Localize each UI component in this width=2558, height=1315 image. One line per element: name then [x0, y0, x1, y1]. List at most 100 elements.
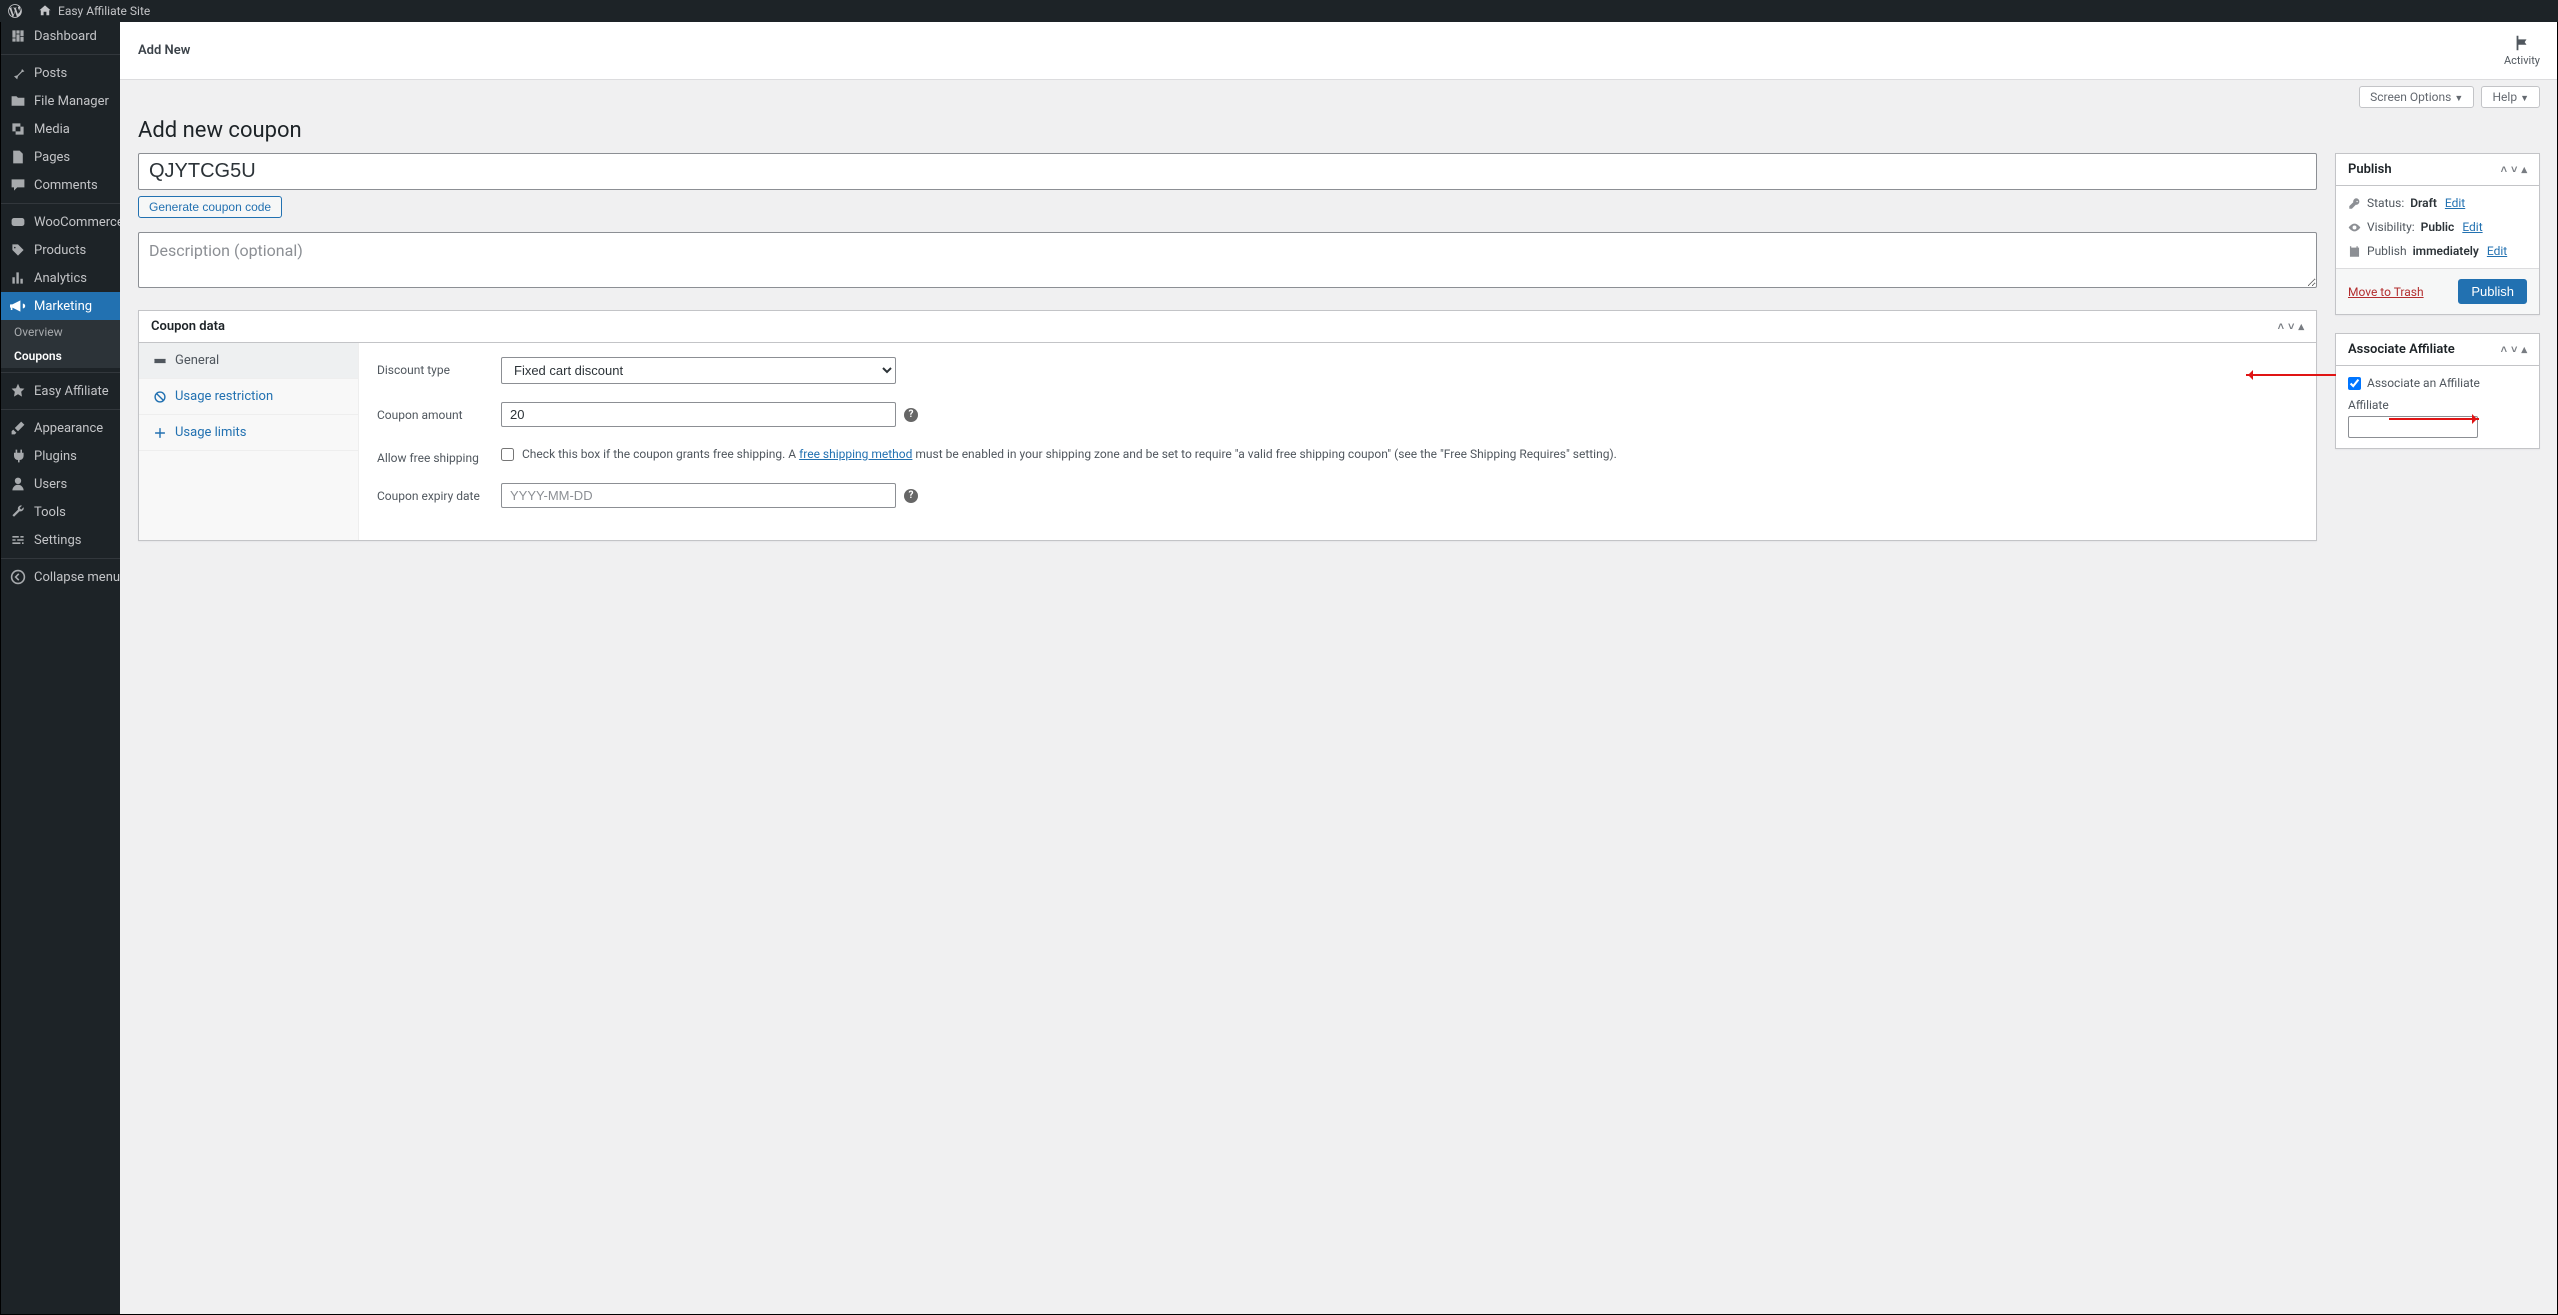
menu-tools[interactable]: Tools [0, 498, 120, 526]
annotation-arrow [2389, 418, 2479, 420]
panel-move-up[interactable]: ˄ [2501, 343, 2507, 356]
products-icon [10, 242, 26, 258]
edit-schedule-link[interactable]: Edit [2487, 244, 2507, 258]
menu-plugins[interactable]: Plugins [0, 442, 120, 470]
panel-move-down[interactable]: ˅ [2511, 343, 2517, 356]
menu-label: WooCommerce [34, 215, 120, 230]
panel-move-up[interactable]: ˄ [2501, 163, 2507, 176]
menu-label: Dashboard [34, 29, 97, 44]
menu-file-manager[interactable]: File Manager [0, 87, 120, 115]
menu-settings[interactable]: Settings [0, 526, 120, 554]
menu-label: File Manager [34, 94, 109, 109]
associate-affiliate-panel: Associate Affiliate ˄ ˅ ▴ Associate an A… [2335, 333, 2540, 449]
menu-label: Marketing [34, 299, 92, 314]
wordpress-icon [8, 4, 22, 18]
menu-label: Analytics [34, 271, 87, 286]
associate-affiliate-checkbox[interactable] [2348, 377, 2361, 390]
panel-toggle[interactable]: ▴ [2521, 163, 2527, 176]
page-subheader: Add New Activity [120, 22, 2558, 80]
media-icon [10, 121, 26, 137]
menu-media[interactable]: Media [0, 115, 120, 143]
site-name: Easy Affiliate Site [58, 4, 150, 18]
move-to-trash-link[interactable]: Move to Trash [2348, 285, 2424, 299]
help-toggle[interactable]: Help▼ [2481, 86, 2540, 108]
star-icon [10, 383, 26, 399]
discount-type-select[interactable]: Fixed cart discount [501, 357, 896, 384]
panel-toggle[interactable]: ▴ [2521, 343, 2527, 356]
coupon-amount-input[interactable] [501, 402, 896, 427]
activity-button[interactable]: Activity [2504, 34, 2540, 67]
panel-toggle[interactable]: ▴ [2298, 320, 2304, 333]
wrench-icon [10, 504, 26, 520]
subheader-title: Add New [138, 43, 190, 58]
menu-label: Posts [34, 66, 67, 81]
expiry-date-input[interactable] [501, 483, 896, 508]
publish-visibility-line: Visibility: Public Edit [2348, 220, 2527, 234]
submenu-coupons[interactable]: Coupons [0, 344, 120, 368]
menu-comments[interactable]: Comments [0, 171, 120, 199]
affiliate-panel-title: Associate Affiliate [2348, 342, 2455, 357]
flag-icon [2513, 34, 2531, 52]
menu-label: Collapse menu [34, 570, 120, 585]
eye-icon [2348, 221, 2361, 234]
page-title: Add new coupon [138, 118, 2540, 143]
menu-dashboard[interactable]: Dashboard [0, 22, 120, 50]
annotation-arrow [2246, 374, 2336, 376]
edit-status-link[interactable]: Edit [2445, 196, 2465, 210]
tab-usage-limits[interactable]: Usage limits [139, 415, 358, 451]
panel-move-down[interactable]: ˅ [2511, 163, 2517, 176]
publish-title: Publish [2348, 162, 2392, 177]
coupon-code-input[interactable] [138, 153, 2317, 190]
menu-label: Pages [34, 150, 70, 165]
tab-usage-restriction[interactable]: Usage restriction [139, 379, 358, 415]
coupon-description-input[interactable] [138, 232, 2317, 288]
publish-status-line: Status: Draft Edit [2348, 196, 2527, 210]
menu-label: Comments [34, 178, 98, 193]
affiliate-field-label: Affiliate [2348, 398, 2527, 412]
submenu-overview[interactable]: Overview [0, 320, 120, 344]
main-column: Generate coupon code Coupon data ˄ ˅ ▴ [138, 153, 2317, 541]
home-icon [38, 4, 52, 18]
menu-easy-affiliate[interactable]: Easy Affiliate [0, 377, 120, 405]
panel-move-down[interactable]: ˅ [2288, 320, 2294, 333]
menu-label: Plugins [34, 449, 77, 464]
menu-pages[interactable]: Pages [0, 143, 120, 171]
help-icon[interactable]: ? [904, 489, 918, 503]
menu-posts[interactable]: Posts [0, 59, 120, 87]
coupon-data-form: Discount type Fixed cart discount Coupon… [359, 343, 2316, 540]
wp-logo[interactable] [0, 0, 30, 22]
menu-collapse[interactable]: Collapse menu [0, 563, 120, 591]
menu-label: Appearance [34, 421, 103, 436]
free-shipping-label: Allow free shipping [377, 445, 487, 465]
menu-products[interactable]: Products [0, 236, 120, 264]
ban-icon [153, 390, 167, 404]
panel-move-up[interactable]: ˄ [2278, 320, 2284, 333]
publish-schedule-line: Publish immediately Edit [2348, 244, 2527, 258]
coupon-data-panel: Coupon data ˄ ˅ ▴ General [138, 310, 2317, 541]
help-icon[interactable]: ? [904, 408, 918, 422]
menu-appearance[interactable]: Appearance [0, 414, 120, 442]
comment-icon [10, 177, 26, 193]
site-home-link[interactable]: Easy Affiliate Site [30, 0, 158, 22]
generate-coupon-code-button[interactable]: Generate coupon code [138, 196, 282, 218]
menu-woocommerce[interactable]: WooCommerce [0, 208, 120, 236]
free-shipping-checkbox[interactable] [501, 448, 514, 461]
menu-label: Products [34, 243, 86, 258]
page-icon [10, 149, 26, 165]
publish-panel: Publish ˄ ˅ ▴ Status: Draft Edit [2335, 153, 2540, 315]
side-column: Publish ˄ ˅ ▴ Status: Draft Edit [2335, 153, 2540, 467]
menu-users[interactable]: Users [0, 470, 120, 498]
menu-analytics[interactable]: Analytics [0, 264, 120, 292]
menu-label: Media [34, 122, 70, 137]
analytics-icon [10, 270, 26, 286]
expiry-date-label: Coupon expiry date [377, 483, 487, 503]
publish-button[interactable]: Publish [2458, 279, 2527, 304]
associate-affiliate-label: Associate an Affiliate [2367, 376, 2480, 390]
screen-meta-links: Screen Options▼ Help▼ [120, 80, 2558, 108]
tab-general[interactable]: General [139, 343, 358, 379]
screen-options-toggle[interactable]: Screen Options▼ [2359, 86, 2474, 108]
menu-marketing[interactable]: Marketing [0, 292, 120, 320]
free-shipping-method-link[interactable]: free shipping method [799, 447, 912, 461]
activity-label: Activity [2504, 54, 2540, 67]
edit-visibility-link[interactable]: Edit [2462, 220, 2482, 234]
